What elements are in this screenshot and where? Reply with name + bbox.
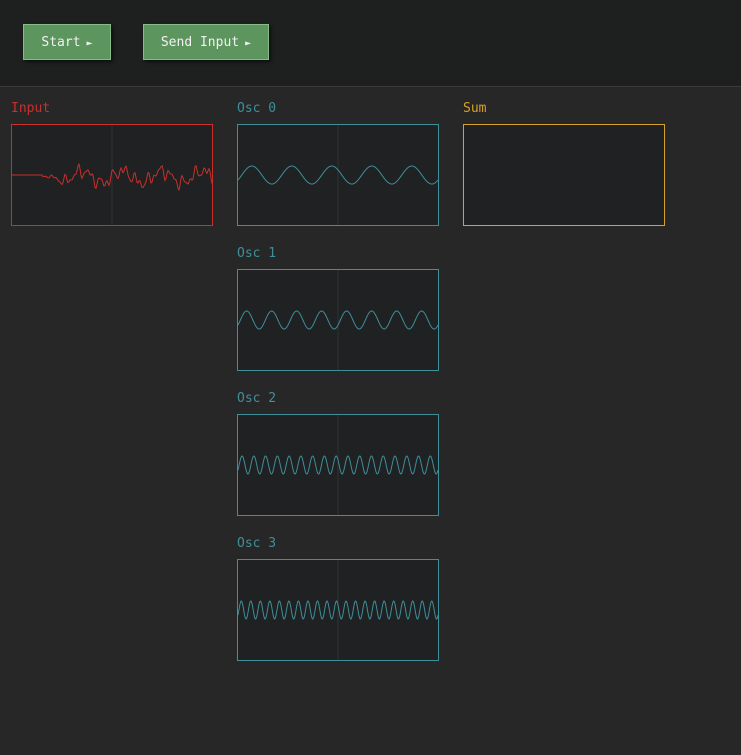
send-input-button-label: Send Input (160, 35, 240, 50)
osc-2-waveform (238, 415, 438, 515)
input-label: Input (11, 101, 51, 116)
sum-scope (463, 124, 665, 226)
osc-1-waveform (238, 270, 438, 370)
start-button[interactable]: Start ► (23, 24, 111, 60)
osc-0-scope (237, 124, 439, 226)
osc-1-label: Osc 1 (237, 246, 277, 261)
input-scope (11, 124, 213, 226)
osc-2-label: Osc 2 (237, 391, 277, 406)
osc-2-scope (237, 414, 439, 516)
osc-3-waveform (238, 560, 438, 660)
osc-1-scope (237, 269, 439, 371)
sum-label: Sum (463, 101, 487, 116)
send-input-button[interactable]: Send Input ► (143, 24, 269, 60)
osc-0-waveform (238, 125, 438, 225)
osc-0-label: Osc 0 (237, 101, 277, 116)
osc-3-scope (237, 559, 439, 661)
play-icon: ► (245, 38, 252, 49)
input-waveform (12, 125, 212, 225)
play-icon: ► (86, 38, 93, 49)
toolbar: Start ► Send Input ► (0, 0, 741, 87)
start-button-label: Start (41, 35, 81, 50)
osc-3-label: Osc 3 (237, 536, 277, 551)
